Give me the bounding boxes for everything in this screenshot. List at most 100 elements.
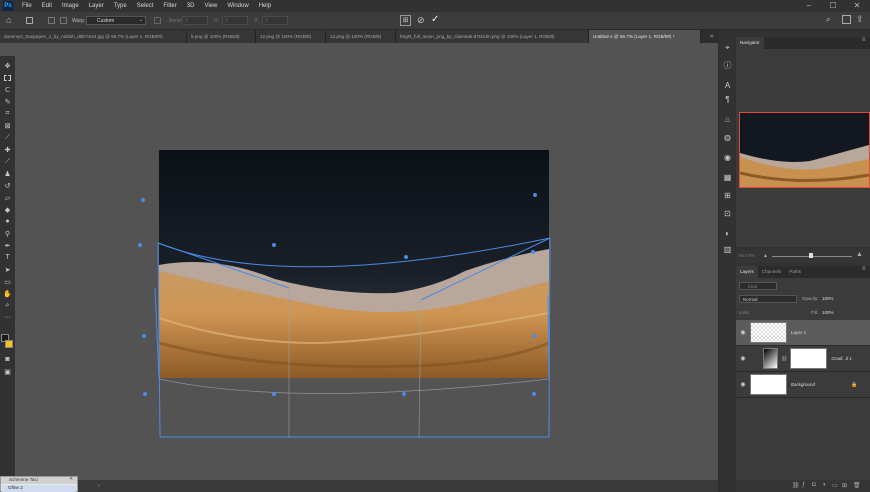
canvas-svg[interactable] [15,43,718,480]
lasso-tool-icon[interactable]: ᑕ [2,84,13,95]
blend-mode-select[interactable]: Normal [739,295,797,303]
close-icon[interactable]: ✕ [69,476,73,482]
menu-view[interactable]: View [199,3,222,9]
tabs-overflow-icon[interactable]: » [710,30,714,43]
visibility-eye-icon[interactable]: ◉ [736,381,750,388]
doc-tab-4[interactable]: 13.png @ 100% (RGB/8) [326,30,396,43]
layer-row[interactable]: ◉ Layer 1 [736,320,870,346]
healing-brush-tool-icon[interactable]: ✚ [2,144,13,155]
path-selection-tool-icon[interactable]: ➤ [2,264,13,275]
close-window-icon[interactable]: ✕ [844,0,870,12]
move-tool-icon[interactable]: ✥ [2,60,13,71]
paragraph-panel-icon[interactable]: ¶ [722,94,733,105]
warp-handle[interactable] [272,392,276,396]
warp-handle[interactable] [138,243,142,247]
warp-handle[interactable] [404,255,408,259]
new-layer-icon[interactable]: ⊞ [842,482,847,489]
layer-row[interactable]: ◉ ⛓ Gradi...ll 1 [736,346,870,372]
eyedropper-tool-icon[interactable]: ⟋ [2,132,13,143]
cancel-transform-icon[interactable]: ⊘ [417,15,425,26]
filter-kind-select[interactable]: Kind [739,282,777,290]
doc-tab-2[interactable]: 5.png @ 100% (RGB/8) [187,30,256,43]
quick-mask-icon[interactable]: ◙ [2,354,13,365]
maximize-icon[interactable]: ☐ [820,0,846,12]
pen-tool-icon[interactable]: ✒ [2,240,13,251]
zoom-tool-icon[interactable]: ⌕ [2,300,13,311]
light-panel-icon[interactable]: ♨ [722,114,733,125]
workspace-icon[interactable] [842,15,851,24]
add-mask-icon[interactable]: ◘ [812,482,816,488]
shape-tool-icon[interactable]: ▭ [2,276,13,287]
layer-name[interactable]: Background [791,382,851,387]
menu-file[interactable]: File [17,3,37,9]
doc-tab-5[interactable]: bright_full_moon_png_by_claimsde-d7t4rdm… [396,30,589,43]
warp-handle[interactable] [142,334,146,338]
navigator-preview[interactable] [739,112,870,188]
bend-field[interactable]: 0 [182,16,208,25]
opacity-value[interactable]: 100% [822,296,834,301]
warp-handle[interactable] [533,193,537,197]
crop-tool-icon[interactable]: ⌗ [2,108,13,119]
clone-stamp-tool-icon[interactable]: ♟ [2,168,13,179]
menu-select[interactable]: Select [132,3,159,9]
visibility-eye-icon[interactable]: ◉ [736,329,750,336]
search-icon[interactable]: ⌕ [826,15,830,25]
hand-tool-icon[interactable]: ✋ [2,288,13,299]
eraser-tool-icon[interactable]: ▱ [2,192,13,203]
libraries-panel-icon[interactable]: ▦ [722,172,733,183]
adjustments-panel-icon[interactable]: ⊞ [722,190,733,201]
panel-menu-icon[interactable]: ≡ [862,37,866,43]
doc-tab-3[interactable]: 12.png @ 100% (RGB/8) [256,30,326,43]
minimize-icon[interactable]: – [796,0,822,12]
warp-right-edge[interactable] [548,237,551,438]
link-icon[interactable]: ⛓ [781,356,787,362]
home-icon[interactable]: ⌂ [6,15,11,25]
menu-help[interactable]: Help [254,3,276,9]
more-tools-icon[interactable]: ··· [2,312,13,323]
swatches-panel-icon[interactable]: ◉ [722,152,733,163]
tab-navigator[interactable]: Navigator [736,37,764,49]
warp-handle[interactable] [532,392,536,396]
v-field[interactable]: 0 [262,16,288,25]
menu-image[interactable]: Image [57,3,84,9]
h-field[interactable]: 0 [222,16,248,25]
reference-point-icon[interactable] [48,17,55,24]
menu-layer[interactable]: Layer [84,3,109,9]
layers-panel-menu-icon[interactable]: ≡ [862,266,866,272]
quick-selection-tool-icon[interactable]: ✎ [2,96,13,107]
screen-mode-icon[interactable]: ▣ [2,366,13,377]
background-color-swatch[interactable] [5,340,13,348]
dodge-tool-icon[interactable]: ⚲ [2,228,13,239]
fill-value[interactable]: 100% [822,310,834,315]
status-arrow-icon[interactable]: › [98,483,100,489]
layer-mask-thumbnail[interactable] [790,348,828,369]
transform-icon[interactable] [26,17,33,24]
grid-icon[interactable] [60,17,67,24]
tab-paths[interactable]: Paths [785,266,805,278]
warp-handle[interactable] [143,392,147,396]
doc-tab-active[interactable]: Untitled-1 @ 66.7% (Layer 1, RGB/8#) * [589,30,701,43]
history-panel-icon[interactable]: ⌖ [722,42,733,53]
marquee-tool-icon[interactable] [2,72,13,83]
zoom-slider-thumb[interactable] [809,253,813,258]
commit-transform-icon[interactable]: ✓ [431,14,439,25]
history-item[interactable]: Ofine 2 [2,485,76,492]
styles-panel-icon[interactable]: ⊡ [722,208,733,219]
brush-tool-icon[interactable]: ⟋ [2,156,13,167]
character-panel-icon[interactable]: A [722,80,733,91]
properties-panel-icon[interactable]: ◐ [722,228,733,239]
tab-layers[interactable]: Layers [736,266,758,278]
paint-bucket-tool-icon[interactable]: ◆ [2,204,13,215]
tab-channels[interactable]: Channels [758,266,785,278]
fx-icon[interactable]: ƒ [802,482,805,488]
layer-row[interactable]: ◉ Background 🔒 [736,372,870,398]
trash-icon[interactable]: 🗑 [853,482,861,489]
warp-handle[interactable] [141,198,145,202]
group-icon[interactable]: ▭ [832,482,838,489]
layer-name[interactable]: Gradi...ll 1 [831,356,852,361]
menu-filter[interactable]: Filter [158,3,181,9]
warp-select[interactable]: Custom ⌄ [86,16,146,25]
layer-name[interactable]: Layer 1 [791,330,806,335]
frame-tool-icon[interactable]: ⊠ [2,120,13,131]
menu-type[interactable]: Type [109,3,132,9]
